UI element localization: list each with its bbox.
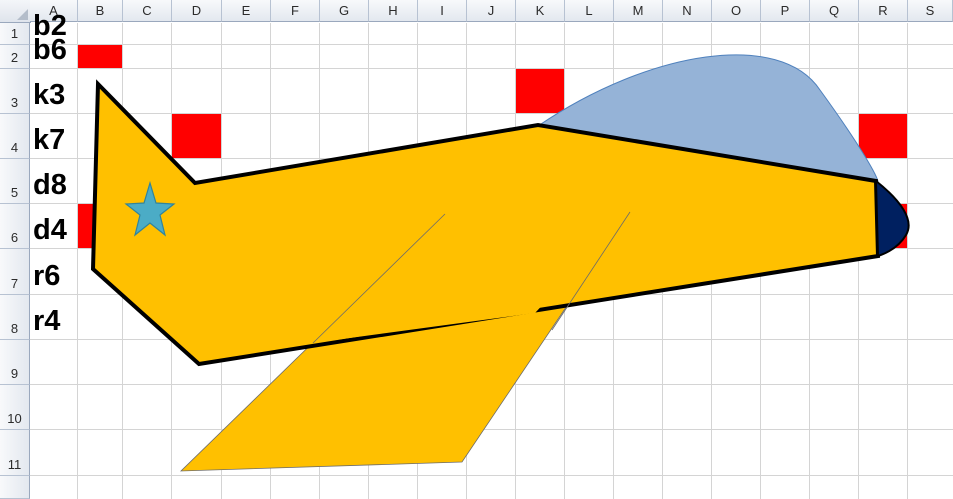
plane-nose[interactable] [874,178,910,258]
airplane-drawing[interactable] [0,0,953,499]
